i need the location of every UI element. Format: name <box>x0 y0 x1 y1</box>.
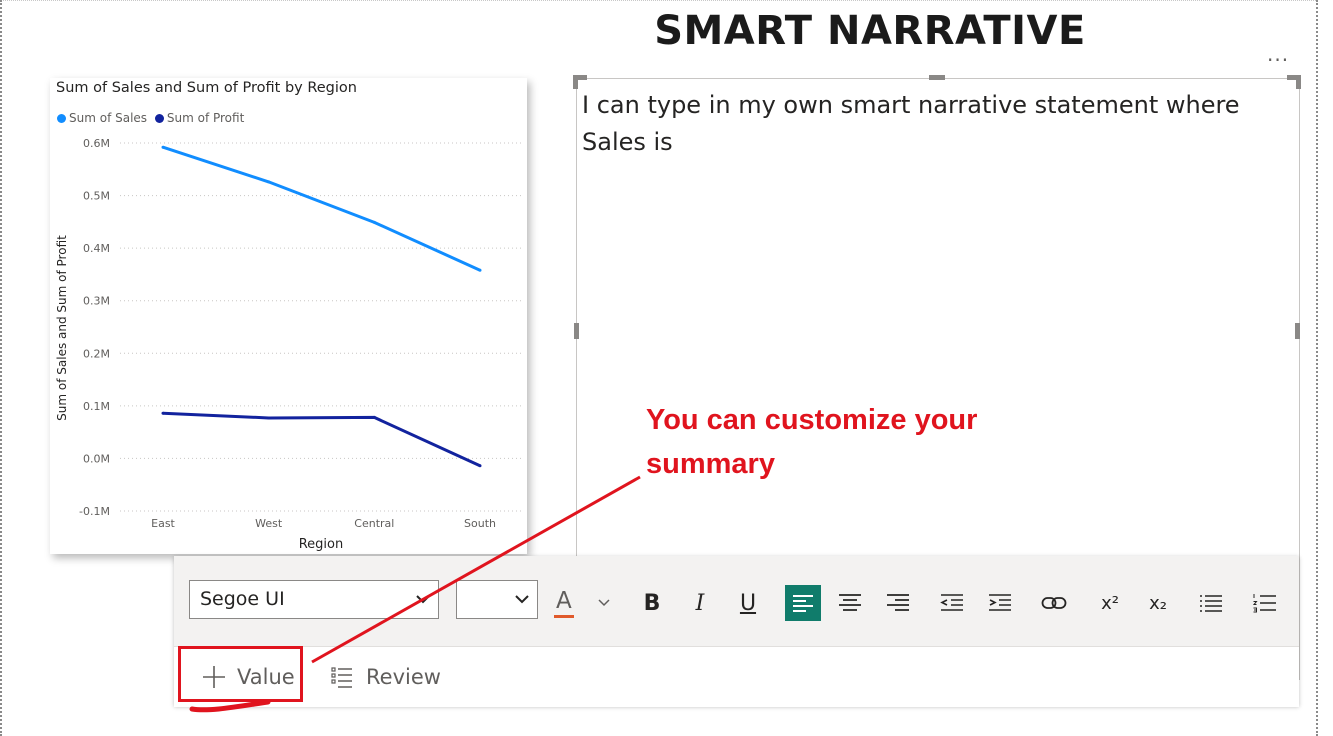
font-color-dropdown[interactable] <box>586 585 622 621</box>
resize-handle-top-right-v[interactable] <box>1296 75 1301 89</box>
annotation-highlight-box <box>178 646 303 702</box>
data-point-profit-central[interactable] <box>372 415 376 419</box>
bold-icon: B <box>643 590 661 616</box>
font-size-select[interactable] <box>456 580 538 619</box>
data-point-sales-south[interactable] <box>478 268 482 272</box>
increase-indent-button[interactable] <box>982 585 1018 621</box>
link-icon <box>1041 597 1067 609</box>
resize-handle-top-left-v[interactable] <box>573 75 578 89</box>
review-button[interactable]: Review <box>330 659 441 695</box>
align-left-icon <box>793 595 813 612</box>
data-point-profit-east[interactable] <box>161 411 165 415</box>
narrative-text-editor[interactable]: I can type in my own smart narrative sta… <box>582 87 1282 161</box>
chevron-down-icon <box>416 595 430 604</box>
x-tick-label-west: West <box>255 517 283 530</box>
align-left-button[interactable] <box>785 585 821 621</box>
x-tick-label-south: South <box>464 517 496 530</box>
y-tick-label: 0.5M <box>83 190 110 203</box>
superscript-button[interactable]: x² <box>1092 585 1128 621</box>
numbered-list-button[interactable] <box>1247 585 1283 621</box>
more-options-icon[interactable]: ··· <box>1267 48 1289 72</box>
annotation-callout-text: You can customize your summary <box>646 404 978 480</box>
resize-handle-left[interactable] <box>574 323 579 339</box>
x-tick-label-central: Central <box>354 517 394 530</box>
data-point-profit-west[interactable] <box>267 416 271 420</box>
superscript-icon: x² <box>1101 592 1119 614</box>
y-tick-label: 0.1M <box>83 400 110 413</box>
canvas-border-right <box>1316 0 1318 736</box>
align-right-icon <box>887 594 909 611</box>
narrative-action-bar: Value Review <box>174 646 1299 707</box>
underline-icon: U <box>739 590 757 616</box>
y-tick-label: 0.3M <box>83 295 110 308</box>
canvas-border-top <box>0 0 1318 1</box>
x-tick-label-east: East <box>151 517 175 530</box>
y-tick-label: 0.2M <box>83 347 110 360</box>
review-list-icon <box>331 667 352 688</box>
data-point-profit-south[interactable] <box>478 464 482 468</box>
underline-button[interactable]: U <box>730 585 766 621</box>
narrative-format-toolbar: Segoe UI A B I U x² x₂ Value Review <box>174 556 1299 707</box>
font-color-swatch <box>554 615 574 618</box>
decrease-indent-button[interactable] <box>934 585 970 621</box>
y-tick-label: 0.4M <box>83 242 110 255</box>
align-right-button[interactable] <box>880 585 916 621</box>
data-point-sales-east[interactable] <box>161 145 165 149</box>
chevron-down-icon <box>598 599 610 607</box>
italic-icon: I <box>695 590 705 616</box>
data-point-sales-central[interactable] <box>372 220 376 224</box>
y-tick-label: 0.0M <box>83 452 110 465</box>
chevron-down-icon <box>515 595 529 604</box>
font-color-icon: A <box>556 588 572 614</box>
font-family-select[interactable]: Segoe UI <box>189 580 439 619</box>
align-center-icon <box>839 594 861 611</box>
y-tick-label: -0.1M <box>79 505 110 518</box>
line-chart-visual[interactable]: Sum of Sales and Sum of Profit by Region… <box>50 78 527 554</box>
canvas-border-left <box>0 0 2 736</box>
increase-indent-icon <box>989 594 1011 611</box>
resize-handle-top-center[interactable] <box>929 75 945 80</box>
subscript-icon: x₂ <box>1149 592 1167 614</box>
italic-button[interactable]: I <box>682 585 718 621</box>
numbered-list-icon <box>1252 594 1276 613</box>
data-point-sales-west[interactable] <box>267 180 271 184</box>
page-title: SMART NARRATIVE <box>654 8 1086 54</box>
y-tick-label: 0.6M <box>83 137 110 150</box>
series-line-sales[interactable] <box>162 145 481 272</box>
resize-handle-right[interactable] <box>1295 323 1300 339</box>
decrease-indent-icon <box>940 594 963 611</box>
y-axis-title: Sum of Sales and Sum of Profit <box>55 235 69 421</box>
align-center-button[interactable] <box>832 585 868 621</box>
series-line-profit[interactable] <box>162 411 481 468</box>
insert-link-button[interactable] <box>1036 585 1072 621</box>
review-label: Review <box>366 665 441 689</box>
subscript-button[interactable]: x₂ <box>1140 585 1176 621</box>
bulleted-list-button[interactable] <box>1193 585 1229 621</box>
bulleted-list-icon <box>1200 595 1222 612</box>
bold-button[interactable]: B <box>634 585 670 621</box>
font-color-button[interactable]: A <box>547 585 583 621</box>
font-family-value: Segoe UI <box>200 588 285 610</box>
x-axis-title: Region <box>299 537 344 552</box>
chart-plot: 0.6M 0.5M 0.4M 0.3M 0.2M 0.1M 0.0M -0.1M East We… <box>55 137 523 552</box>
